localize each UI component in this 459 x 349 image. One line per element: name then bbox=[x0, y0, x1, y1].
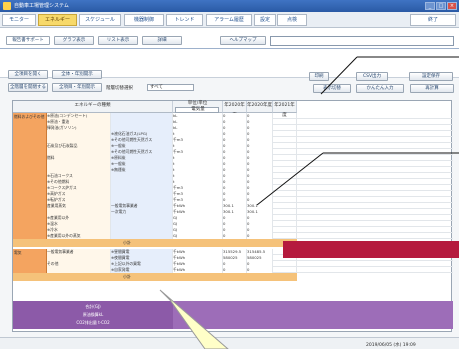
subtotal-label: 小計 bbox=[123, 240, 131, 245]
main-menu: モニター エネルギー スケジュール 機器制御 トレンド アラーム履歴 設定 点検… bbox=[0, 12, 459, 28]
close-button[interactable]: × bbox=[447, 2, 457, 10]
highlight-band bbox=[283, 241, 459, 258]
group-name: 電気 bbox=[14, 250, 22, 255]
print-button[interactable]: 印刷 bbox=[309, 72, 329, 81]
window-title: 自動車工場管理システム bbox=[14, 3, 69, 9]
footer-co2: CO2排出量 t-CO2 bbox=[76, 320, 110, 325]
header-year-3: 年2021年度 bbox=[273, 101, 297, 118]
header-unit: 単位/単位 電気量 bbox=[173, 101, 223, 113]
footer-values bbox=[173, 301, 453, 329]
scope-label: 階層切替選択 bbox=[106, 86, 133, 91]
easy-input-button[interactable]: かんたん入力 bbox=[356, 84, 404, 93]
subtotal-row: 小計 bbox=[13, 239, 297, 247]
header-year-2: 年2020年度 bbox=[247, 101, 273, 113]
menu-energy[interactable]: エネルギー bbox=[38, 14, 77, 26]
menu-inspection[interactable]: 点検 bbox=[277, 14, 307, 26]
csv-export-button[interactable]: CSV出力 bbox=[356, 72, 388, 81]
app-icon bbox=[3, 2, 11, 10]
subtotal-row: 小計 bbox=[13, 273, 297, 281]
tab-help-map[interactable]: ヘルプマップ bbox=[220, 36, 266, 45]
recalculate-button[interactable]: 再計算 bbox=[410, 84, 454, 93]
tab-graph[interactable]: グラフ表示 bbox=[54, 36, 94, 45]
app-window: 自動車工場管理システム _ □ × モニター エネルギー スケジュール 機器制御… bbox=[0, 0, 459, 349]
tab-list[interactable]: リスト表示 bbox=[98, 36, 138, 45]
status-bar: 2019/06/05 (水) 19:09 bbox=[0, 337, 459, 349]
footer-crude: 原油換算kL bbox=[82, 312, 104, 317]
menu-alarm-history[interactable]: アラーム履歴 bbox=[206, 14, 252, 26]
tab-report-support[interactable]: 報告書サポート bbox=[6, 36, 50, 45]
subtotal-label: 小計 bbox=[123, 274, 131, 279]
filter-field[interactable] bbox=[270, 36, 454, 46]
scope-select[interactable]: すべて bbox=[147, 84, 194, 91]
menu-settings[interactable]: 設定 bbox=[254, 14, 276, 26]
tab-divider bbox=[0, 48, 459, 49]
total-footer: 合計(GJ) 原油換算kL CO2排出量 t-CO2 bbox=[13, 301, 453, 329]
year-disclose-button[interactable]: 全体・年別開示 bbox=[52, 70, 102, 79]
maximize-button[interactable]: □ bbox=[436, 2, 446, 10]
group-label: 電気 bbox=[13, 249, 47, 273]
footer-labels: 合計(GJ) 原油換算kL CO2排出量 t-CO2 bbox=[13, 301, 173, 329]
footer-total: 合計(GJ) bbox=[85, 304, 101, 309]
header-energy-type: エネルギーの種類 bbox=[13, 101, 173, 113]
group-name: 燃料およびその他 bbox=[14, 114, 45, 119]
group-label: 燃料およびその他 bbox=[13, 113, 47, 239]
menu-schedule[interactable]: スケジュール bbox=[79, 14, 121, 26]
minimize-button[interactable]: _ bbox=[425, 2, 435, 10]
tab-detail[interactable]: 詳細 bbox=[142, 36, 182, 45]
item-year-button[interactable]: 全項目・年別開示 bbox=[52, 83, 102, 92]
menu-monitor[interactable]: モニター bbox=[2, 14, 36, 26]
header-unit-label: 単位/単位 bbox=[187, 101, 208, 106]
title-bar: 自動車工場管理システム _ □ × bbox=[0, 0, 459, 12]
exit-button[interactable]: 終了 bbox=[410, 14, 456, 26]
switch-display-button[interactable]: 表示切替 bbox=[313, 84, 351, 93]
header-year-1: 年2020年度 bbox=[223, 101, 247, 118]
menu-trend[interactable]: トレンド bbox=[166, 14, 203, 26]
energy-table: エネルギーの種類 単位/単位 電気量 年2020年度 年2020年度 年2021… bbox=[12, 100, 453, 332]
save-settings-button[interactable]: 設定保存 bbox=[409, 72, 453, 81]
expand-all-button[interactable]: 全項目を開く bbox=[8, 70, 48, 79]
menu-device-control[interactable]: 機器制御 bbox=[124, 14, 164, 26]
status-datetime: 2019/06/05 (水) 19:09 bbox=[366, 343, 416, 348]
toggle-all-button[interactable]: 全階層を開閉する bbox=[8, 83, 48, 92]
